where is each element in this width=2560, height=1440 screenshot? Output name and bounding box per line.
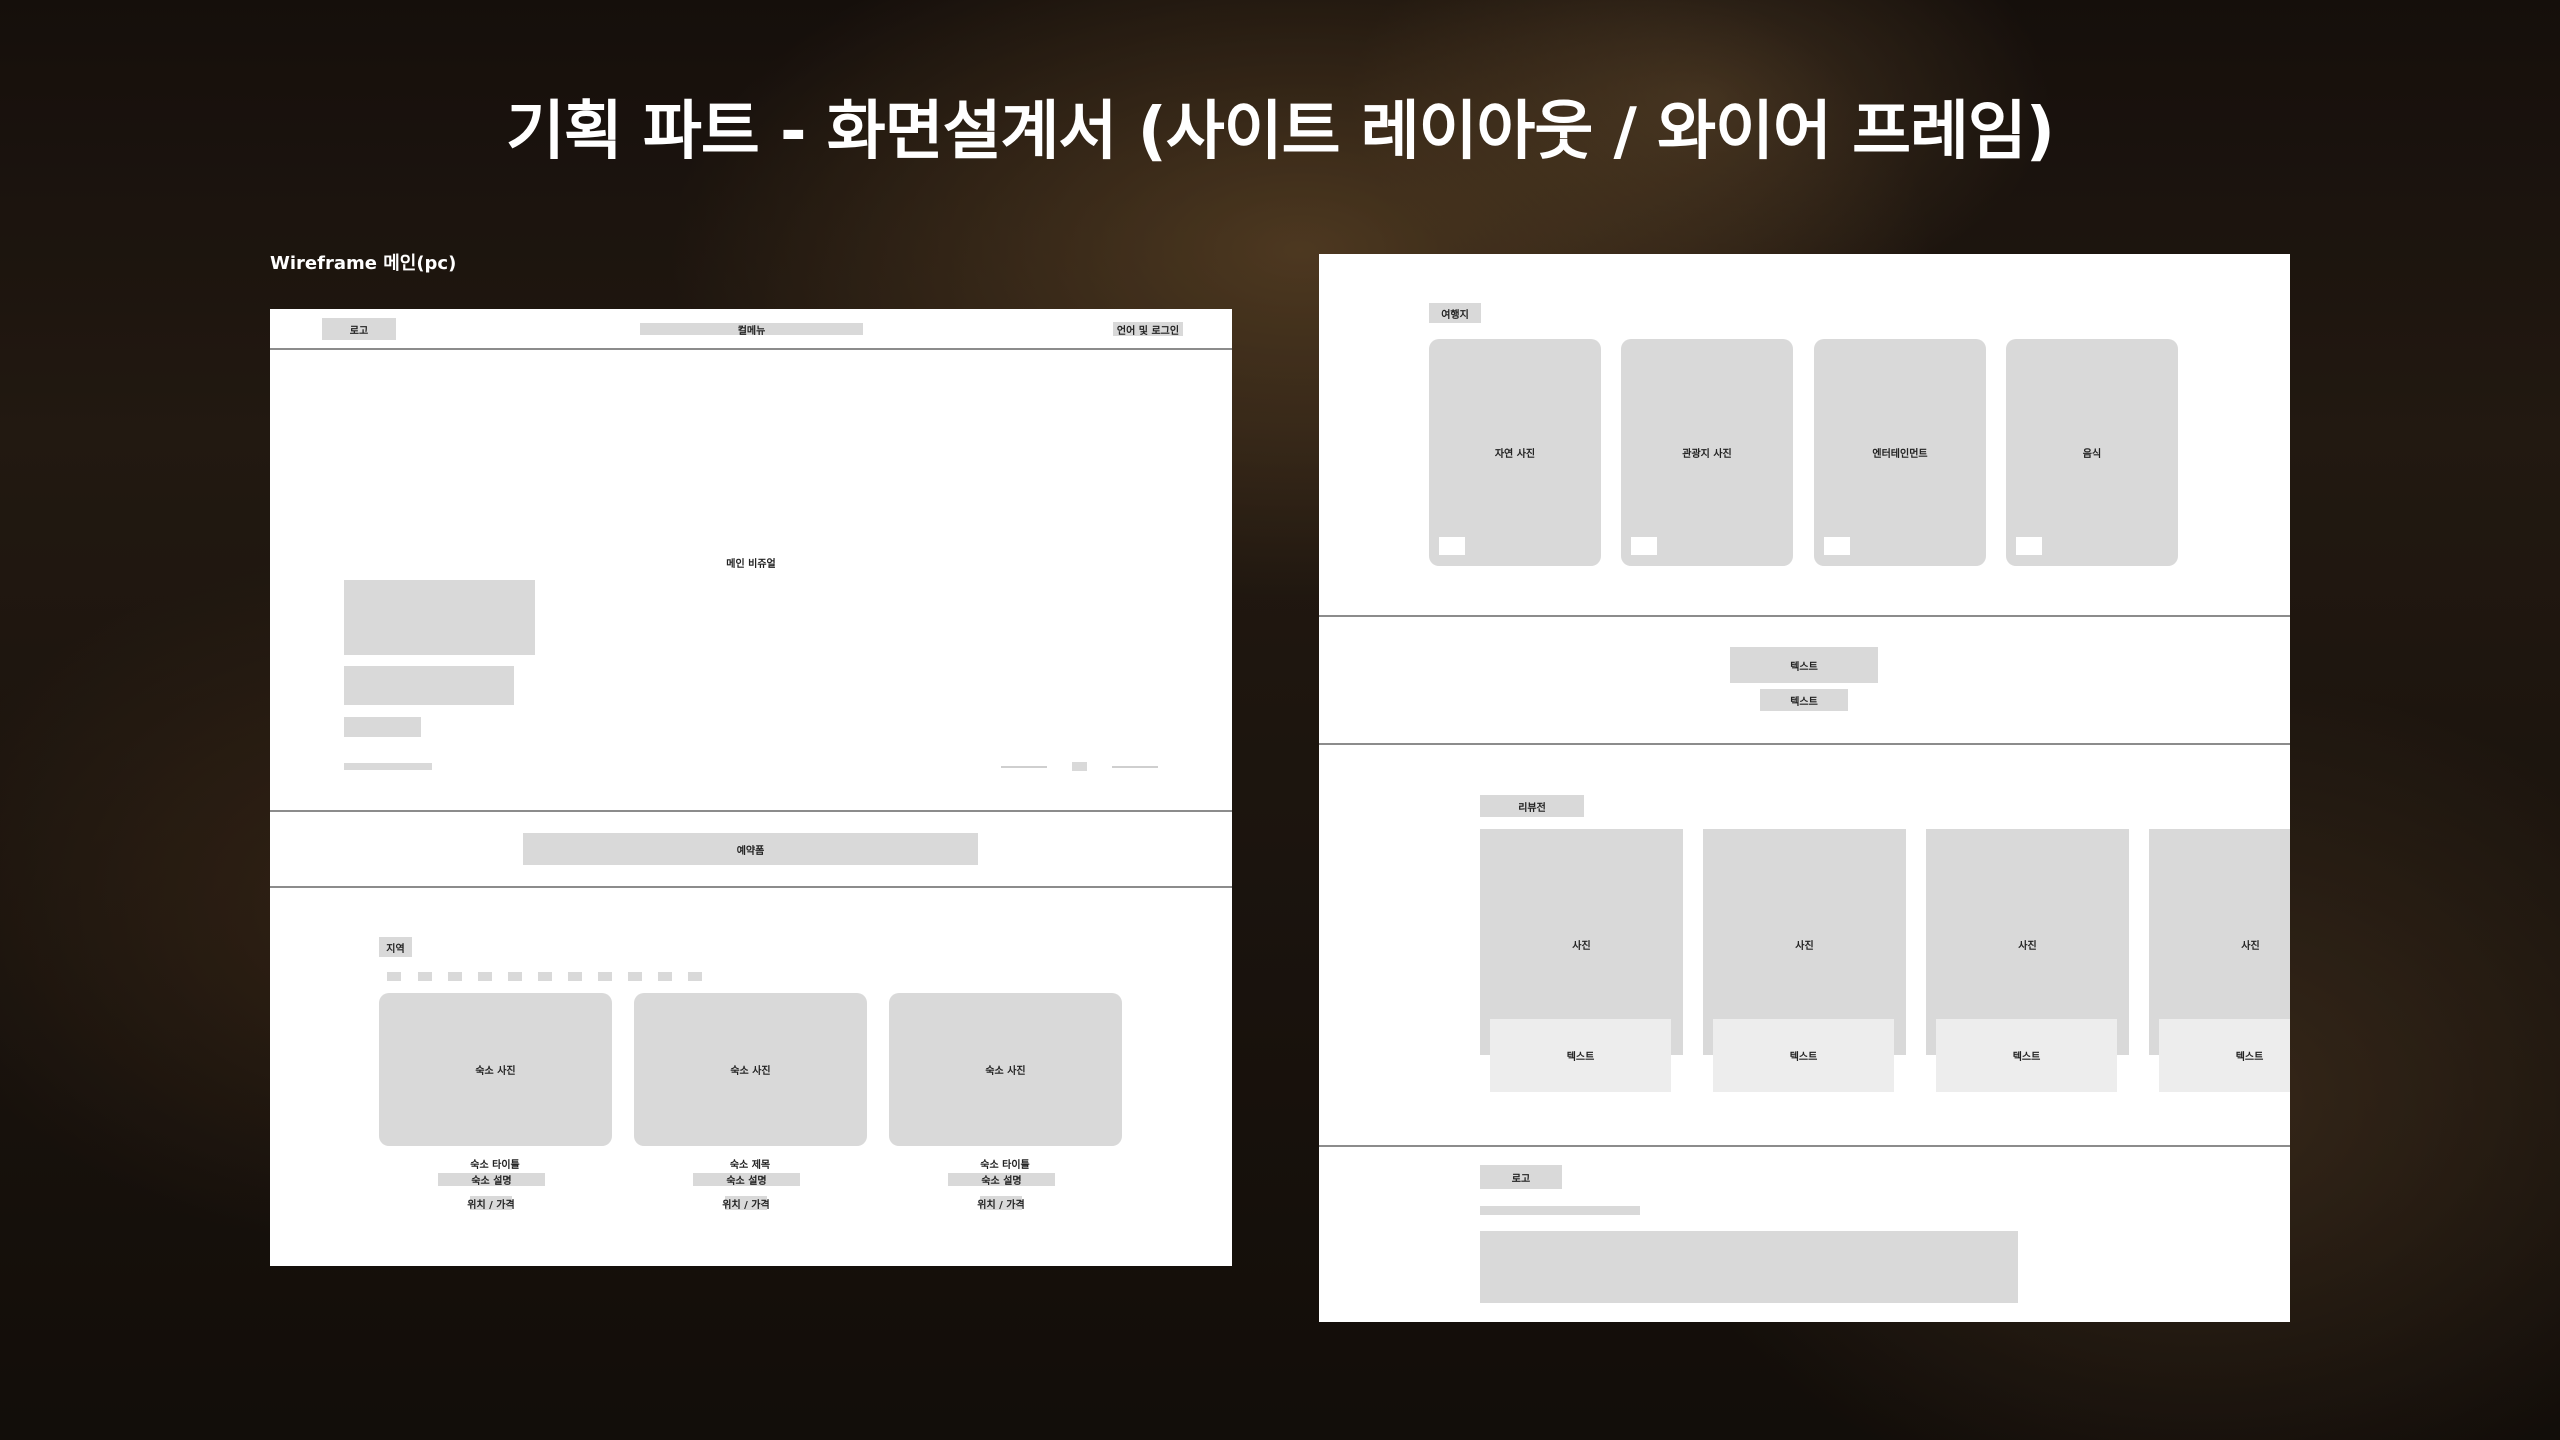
lodging-card-meta: 위치 / 가격 [722, 1196, 770, 1211]
review-card-text: 텍스트 [2159, 1019, 2290, 1092]
region-label: 지역 [379, 937, 412, 957]
text-block-divider [1319, 743, 2290, 745]
review-card-text: 텍스트 [1490, 1019, 1671, 1092]
hero-pager-dot[interactable] [1072, 762, 1087, 771]
hero-button-placeholder[interactable] [344, 717, 421, 737]
region-filter-chip[interactable] [478, 972, 492, 981]
lodging-card-meta: 위치 / 가격 [467, 1196, 515, 1211]
lodging-card-title: 숙소 제목 [729, 1160, 771, 1171]
review-divider [1319, 1145, 2290, 1147]
region-filter-chip[interactable] [658, 972, 672, 981]
travel-card[interactable]: 엔터테인먼트 [1814, 339, 1986, 566]
header-menu[interactable]: 컬메뉴 [640, 323, 863, 337]
travel-card[interactable]: 관광지 사진 [1621, 339, 1793, 566]
region-filter-chip[interactable] [568, 972, 582, 981]
hero-title-placeholder [344, 580, 535, 655]
travel-card-badge [2016, 537, 2042, 555]
hero-label: 메인 비쥬얼 [726, 559, 776, 570]
travel-card[interactable]: 음식 [2006, 339, 2178, 566]
lodging-card-meta: 위치 / 가격 [977, 1196, 1025, 1211]
booking-divider [270, 886, 1232, 888]
wireframe-continued: 여행지 자연 사진 관광지 사진 엔터테인먼트 음식 텍스트 텍스트 리뷰전 사… [1319, 254, 2290, 1322]
lodging-card-desc: 숙소 설명 [948, 1173, 1055, 1187]
region-filter-chip[interactable] [538, 972, 552, 981]
hero-divider [270, 810, 1232, 812]
region-filter-chip[interactable] [508, 972, 522, 981]
text-block-line1: 텍스트 [1730, 647, 1878, 683]
booking-form[interactable]: 예약폼 [523, 833, 978, 865]
travel-card-badge [1439, 537, 1465, 555]
header-divider [270, 348, 1232, 350]
hero-subtitle-placeholder [344, 666, 514, 705]
region-filter-chip[interactable] [688, 972, 702, 981]
frame-caption: Wireframe 메인(pc) [270, 253, 457, 274]
travel-divider [1319, 615, 2290, 617]
text-block-line2: 텍스트 [1760, 689, 1848, 711]
region-filter-chip[interactable] [598, 972, 612, 981]
travel-card-badge [1631, 537, 1657, 555]
travel-label: 여행지 [1429, 303, 1481, 323]
footer-info-block [1480, 1231, 2018, 1303]
review-card-text: 텍스트 [1713, 1019, 1894, 1092]
hero-prev-line[interactable] [1001, 766, 1047, 768]
hero-next-line[interactable] [1112, 766, 1158, 768]
travel-card[interactable]: 자연 사진 [1429, 339, 1601, 566]
region-filter-chip[interactable] [387, 972, 401, 981]
footer-logo[interactable]: 로고 [1480, 1165, 1562, 1189]
header-lang-login[interactable]: 언어 및 로그인 [1113, 322, 1183, 337]
travel-card-badge [1824, 537, 1850, 555]
page-title: 기획 파트 - 화면설계서 (사이트 레이아웃 / 와이어 프레임) [505, 95, 2055, 169]
lodging-card-photo[interactable]: 숙소 사진 [634, 993, 867, 1146]
region-filter-chip[interactable] [628, 972, 642, 981]
review-label: 리뷰전 [1480, 795, 1584, 817]
region-filter-chip[interactable] [448, 972, 462, 981]
lodging-card-desc: 숙소 설명 [693, 1173, 800, 1187]
wireframe-main-pc: 로고 컬메뉴 언어 및 로그인 메인 비쥬얼 예약폼 지역 숙소 사진 숙소 타… [270, 309, 1232, 1266]
review-card-text: 텍스트 [1936, 1019, 2117, 1092]
lodging-card-photo[interactable]: 숙소 사진 [379, 993, 612, 1146]
lodging-card-title: 숙소 타이틀 [980, 1160, 1030, 1171]
hero-progress-bar [344, 763, 432, 770]
region-filter-chip[interactable] [418, 972, 432, 981]
footer-info-line [1480, 1206, 1640, 1215]
lodging-card-title: 숙소 타이틀 [470, 1160, 520, 1171]
header-logo[interactable]: 로고 [322, 318, 396, 340]
lodging-card-desc: 숙소 설명 [438, 1173, 545, 1187]
lodging-card-photo[interactable]: 숙소 사진 [889, 993, 1122, 1146]
